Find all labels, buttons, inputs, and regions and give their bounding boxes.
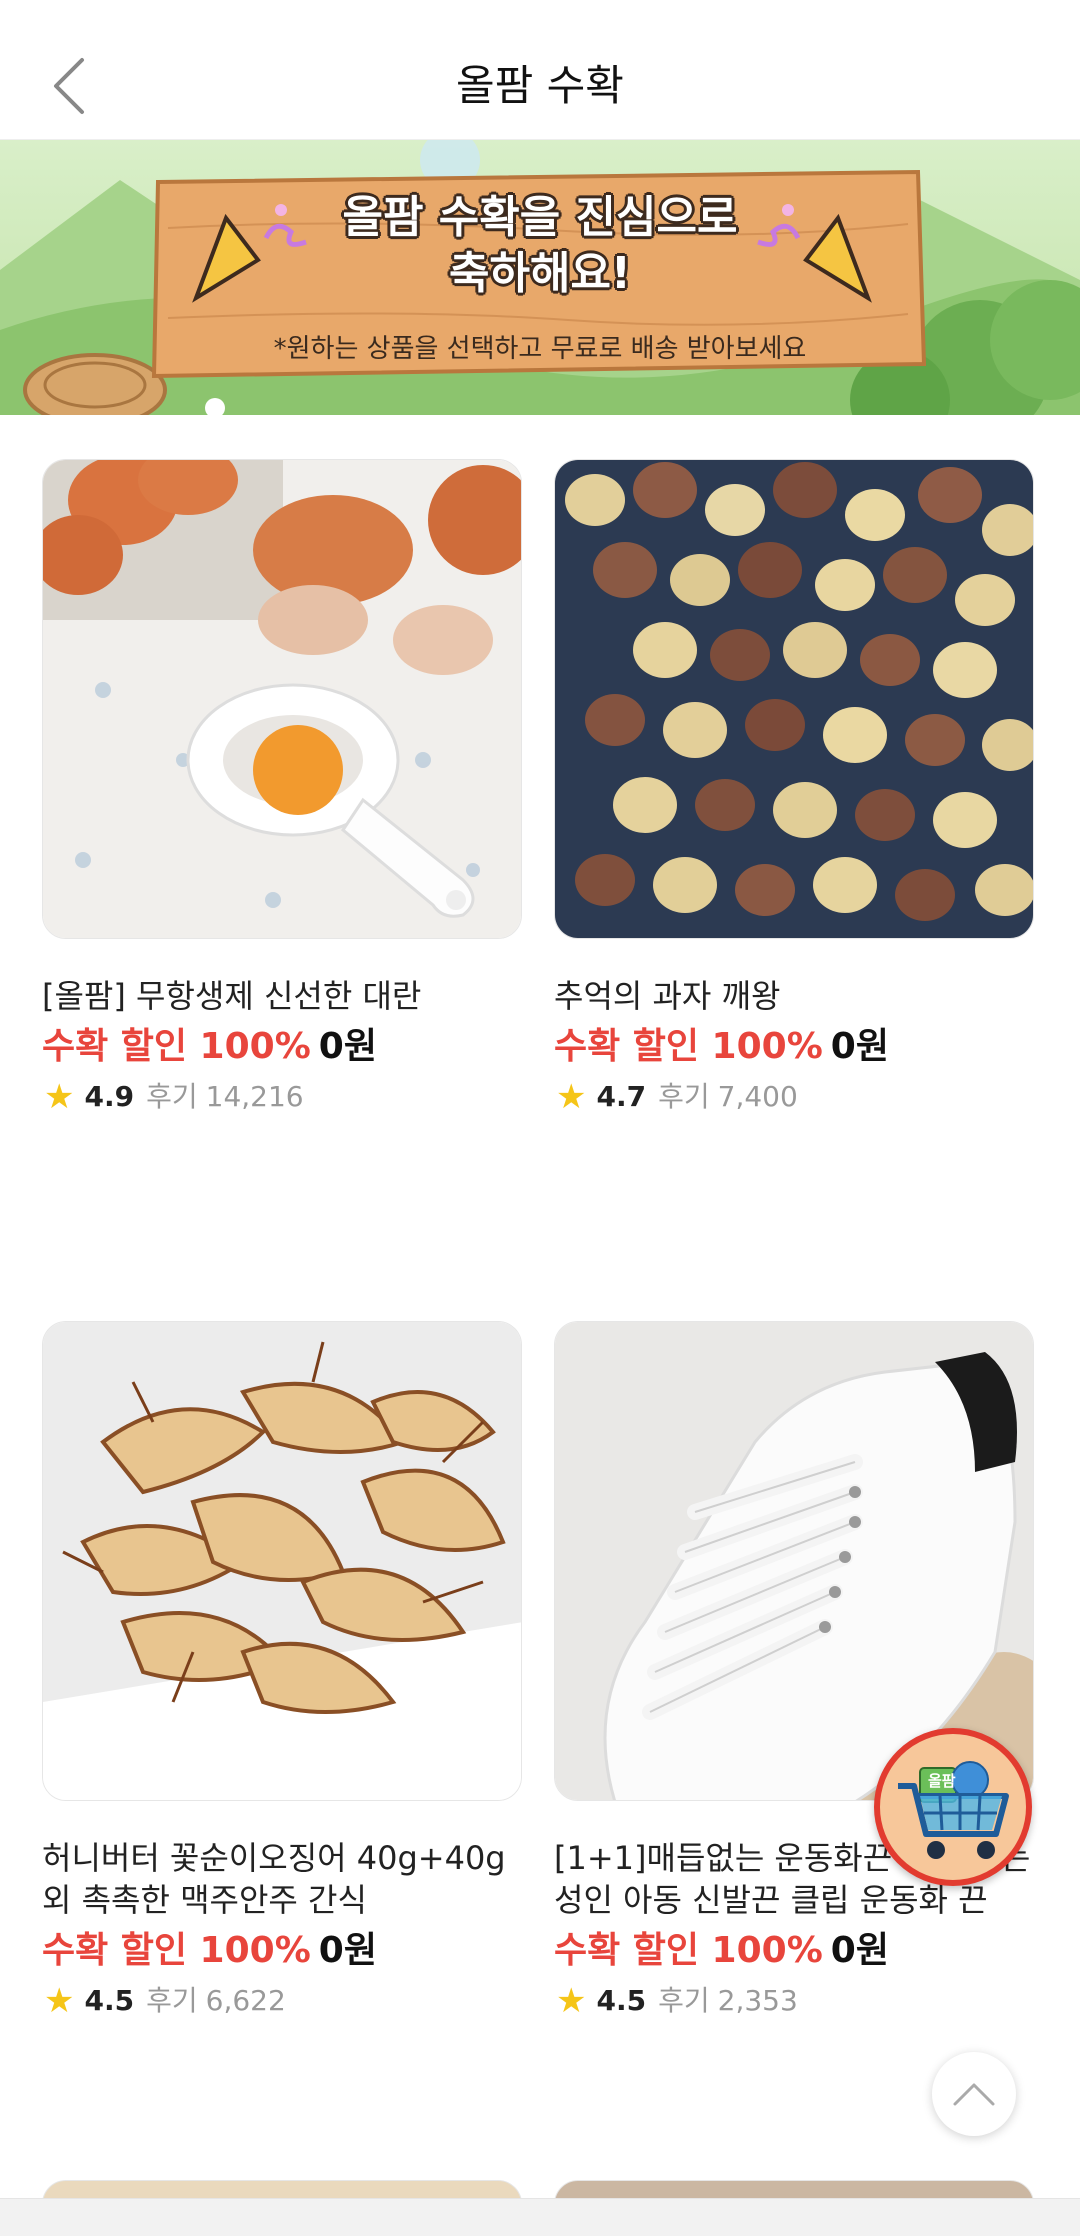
- star-icon: ★: [556, 1077, 587, 1117]
- scroll-top-button[interactable]: [932, 2052, 1016, 2136]
- page-title: 올팜 수확: [456, 61, 624, 110]
- rating-score: 4.5: [596, 1984, 647, 2017]
- top-app-bar: 올팜 수확: [0, 0, 1080, 140]
- chevron-up-icon: [953, 2083, 995, 2106]
- product-price: 수확 할인 100% 0원: [42, 1023, 522, 1071]
- product-price: 수확 할인 100% 0원: [554, 1023, 1034, 1071]
- price-amount: 0원: [318, 1026, 377, 1067]
- product-name: 추억의 과자 깨왕: [554, 977, 781, 1015]
- review-count: 6,622: [205, 1984, 286, 2017]
- product-card[interactable]: [올팜] 무항생제 신선한 대란 수확 할인 100% 0원 ★ 4.9 후기 1…: [42, 459, 522, 1117]
- discount-label: 수확 할인 100%: [42, 1026, 311, 1067]
- banner-title-line1: 올팜 수확을 진심으로: [342, 192, 738, 243]
- review-label: 후기: [146, 1080, 198, 1113]
- product-price: 수확 할인 100% 0원: [42, 1927, 522, 1975]
- product-rating: ★ 4.5 후기 6,622: [42, 1981, 522, 2021]
- price-amount: 0원: [830, 1026, 889, 1067]
- cart-button[interactable]: 올팜: [874, 1728, 1032, 1886]
- price-amount: 0원: [830, 1930, 889, 1971]
- cart-badge: 올팜: [928, 1772, 956, 1790]
- product-rating: ★ 4.7 후기 7,400: [554, 1077, 1034, 1117]
- harvest-banner: 올팜 수확을 진심으로 축하해요! *원하는 상품을 선택하고 무료로 배송 받…: [0, 140, 1080, 415]
- review-label: 후기: [658, 1984, 710, 2017]
- product-card[interactable]: 허니버터 꽃순이오징어 40g+40g 외 촉촉한 맥주안주 간식 수확 할인 …: [42, 1321, 522, 2021]
- discount-label: 수확 할인 100%: [554, 1930, 823, 1971]
- review-count: 14,216: [205, 1080, 304, 1113]
- star-icon: ★: [44, 1077, 75, 1117]
- rating-score: 4.9: [84, 1080, 135, 1113]
- banner-title-line2: 축하해요!: [449, 248, 631, 299]
- discount-label: 수확 할인 100%: [42, 1930, 311, 1971]
- product-card[interactable]: [1+1]매듭없는 운동화끈 묶지 않는 성인 아동 신발끈 클립 운동화 끈 …: [554, 1321, 1034, 2021]
- product-price: 수확 할인 100% 0원: [554, 1927, 1034, 1975]
- review-count: 2,353: [717, 1984, 798, 2017]
- star-icon: ★: [556, 1981, 587, 2021]
- rating-score: 4.5: [84, 1984, 135, 2017]
- rating-score: 4.7: [596, 1080, 647, 1113]
- banner-subtitle: *원하는 상품을 선택하고 무료로 배송 받아보세요: [273, 334, 807, 364]
- product-image-eggs[interactable]: [42, 459, 522, 939]
- product-image-snack[interactable]: [554, 459, 1034, 939]
- star-icon: ★: [44, 1981, 75, 2021]
- bottom-bar: [0, 2198, 1080, 2236]
- product-rating: ★ 4.9 후기 14,216: [42, 1077, 522, 1117]
- product-image-squid[interactable]: [42, 1321, 522, 1801]
- review-count: 7,400: [717, 1080, 798, 1113]
- product-rating: ★ 4.5 후기 2,353: [554, 1981, 1034, 2021]
- product-card[interactable]: 추억의 과자 깨왕 수확 할인 100% 0원 ★ 4.7 후기 7,400: [554, 459, 1034, 1117]
- cart-icon: [898, 1761, 1009, 1859]
- product-name: 허니버터 꽃순이오징어 40g+40g 외 촉촉한 맥주안주 간식: [42, 1839, 506, 1919]
- review-label: 후기: [146, 1984, 198, 2017]
- discount-label: 수확 할인 100%: [554, 1026, 823, 1067]
- product-name: [올팜] 무항생제 신선한 대란: [42, 977, 422, 1015]
- review-label: 후기: [658, 1080, 710, 1113]
- price-amount: 0원: [318, 1930, 377, 1971]
